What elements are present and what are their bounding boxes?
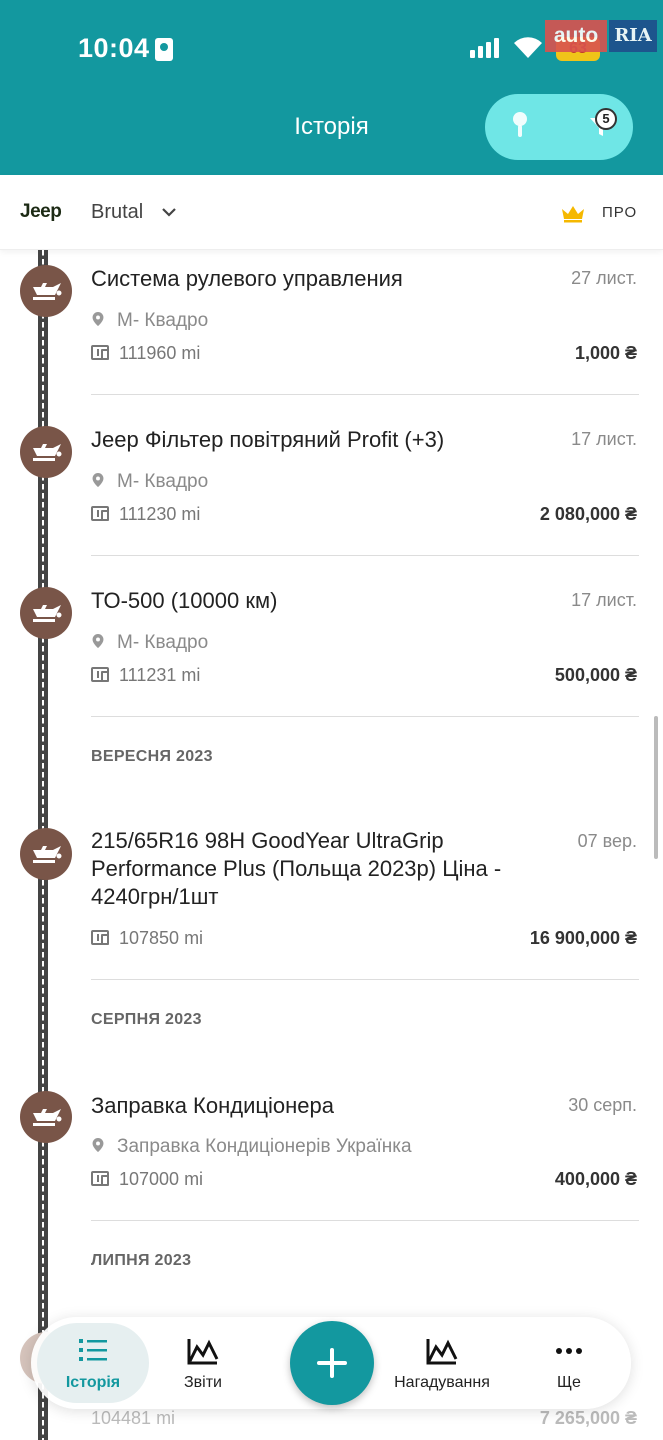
search-icon[interactable] [509,111,531,139]
location-pin-icon [92,312,104,326]
sim-card-icon [155,38,173,61]
crown-icon[interactable] [560,203,586,223]
entry-odometer-text: 111231 mi [119,665,201,685]
month-section-header: ЛИПНЯ 2023 [91,1252,192,1269]
header-actions: 5 [485,94,633,160]
nav-tab-reports[interactable]: Звіти [169,1317,237,1409]
entry-divider [91,979,639,980]
entry-title: Заправка Кондиціонера [91,1093,334,1118]
entry-divider [91,555,639,556]
history-entry[interactable]: Заправка Кондиціонера 30 серп. Заправка … [0,1076,663,1221]
odometer-icon [91,506,109,521]
month-section-header: ВЕРЕСНЯ 2023 [91,748,213,765]
list-icon [79,1339,107,1361]
entry-divider [91,394,639,395]
entry-odometer: 107850 mi [91,928,203,949]
nav-label-history: Історія [65,1374,121,1391]
nav-label-reports: Звіти [184,1374,222,1391]
entry-location: М- Квадро [91,471,208,493]
entry-title: Jeep Фільтер повітряний Profit (+3) [91,427,445,452]
odometer-icon [91,1171,109,1186]
entry-divider [91,1220,639,1221]
history-entry[interactable]: ТО-500 (10000 км) 17 лист. М- Квадро 111… [0,572,663,717]
entry-cost: 500,000 ₴ [554,665,637,685]
more-dots-icon [556,1348,582,1354]
oil-can-icon [20,1091,72,1143]
entry-odometer-text: 107000 mi [119,1169,204,1189]
odometer-icon [91,345,109,360]
watermark-ria: RIA [609,20,657,52]
odometer-icon [91,667,109,682]
entry-date: 17 лист. [571,429,637,449]
add-entry-button[interactable] [290,1321,374,1405]
entry-divider [91,716,639,717]
chart-icon [426,1339,458,1365]
entry-odometer: 111960 mi [91,343,200,364]
watermark-auto: auto [545,20,607,52]
month-section-header: СЕРПНЯ 2023 [91,1011,202,1028]
entry-location-text: М- Квадро [117,471,209,492]
entry-odometer-text: 111230 mi [119,504,201,524]
entry-title: Система рулевого управления [91,266,403,291]
nav-tab-more[interactable]: Ще [539,1317,599,1409]
chevron-down-icon[interactable] [161,206,177,218]
wifi-icon [514,37,542,58]
entry-date: 07 вер. [577,831,637,851]
pro-label[interactable]: ПРО [602,204,637,221]
location-pin-icon [92,1138,104,1152]
entry-odometer-text: 104481 mi [91,1408,176,1428]
vehicle-selector-bar: Jeep Brutal ПРО [0,175,663,250]
entry-location-text: Заправка Кондиціонерів Українка [117,1136,412,1157]
history-entry[interactable]: Система рулевого управления 27 лист. М- … [0,250,663,395]
history-entry[interactable]: Jeep Фільтер повітряний Profit (+3) 17 л… [0,411,663,556]
entry-odometer: 111231 mi [91,665,200,686]
entry-date: 17 лист. [571,590,637,610]
entry-odometer-text: 111960 mi [119,343,201,363]
entry-title: 215/65R16 98H GoodYear UltraGrip Perform… [91,828,502,909]
location-pin-icon [92,634,104,648]
status-time: 10:04 [78,33,150,63]
oil-can-icon [20,828,72,880]
entry-location: Заправка Кондиціонерів Українка [91,1136,412,1158]
entry-cost: 400,000 ₴ [554,1169,637,1189]
entry-odometer: 107000 mi [91,1169,203,1190]
chart-icon [187,1339,219,1365]
oil-can-icon [20,426,72,478]
entry-location: М- Квадро [91,632,208,654]
entry-title: ТО-500 (10000 км) [91,588,278,613]
watermark-logo: auto RIA [545,20,657,52]
oil-can-icon [20,265,72,317]
scrollbar-thumb[interactable] [654,716,658,859]
app-header: 10:04 63 auto RIA Історія 5 [0,0,663,175]
entry-odometer-text: 107850 mi [119,928,204,948]
oil-can-icon [20,587,72,639]
entry-date: 27 лист. [571,268,637,288]
entry-location: М- Квадро [91,310,208,332]
filter-count-badge: 5 [595,108,617,130]
nav-tab-reminders[interactable]: Нагадування [383,1317,501,1409]
nav-label-more: Ще [557,1374,581,1391]
entry-cost: 2 080,000 ₴ [539,504,637,524]
nav-tab-history[interactable]: Історія [37,1317,149,1409]
odometer-icon [91,930,109,945]
history-entry[interactable]: 215/65R16 98H GoodYear UltraGrip Perform… [0,814,663,980]
brand-logo: Jeep [20,201,62,222]
entry-cost: 1,000 ₴ [574,343,637,363]
entry-location-text: М- Квадро [117,310,209,331]
entry-cost: 16 900,000 ₴ [529,928,637,948]
entry-odometer: 111230 mi [91,504,200,525]
vehicle-name[interactable]: Brutal [91,201,143,224]
location-pin-icon [92,473,104,487]
entry-location-text: М- Квадро [117,632,209,653]
entry-date: 30 серп. [568,1095,637,1115]
entry-cost: 7 265,000 ₴ [539,1408,637,1428]
nav-label-reminders: Нагадування [394,1374,490,1391]
